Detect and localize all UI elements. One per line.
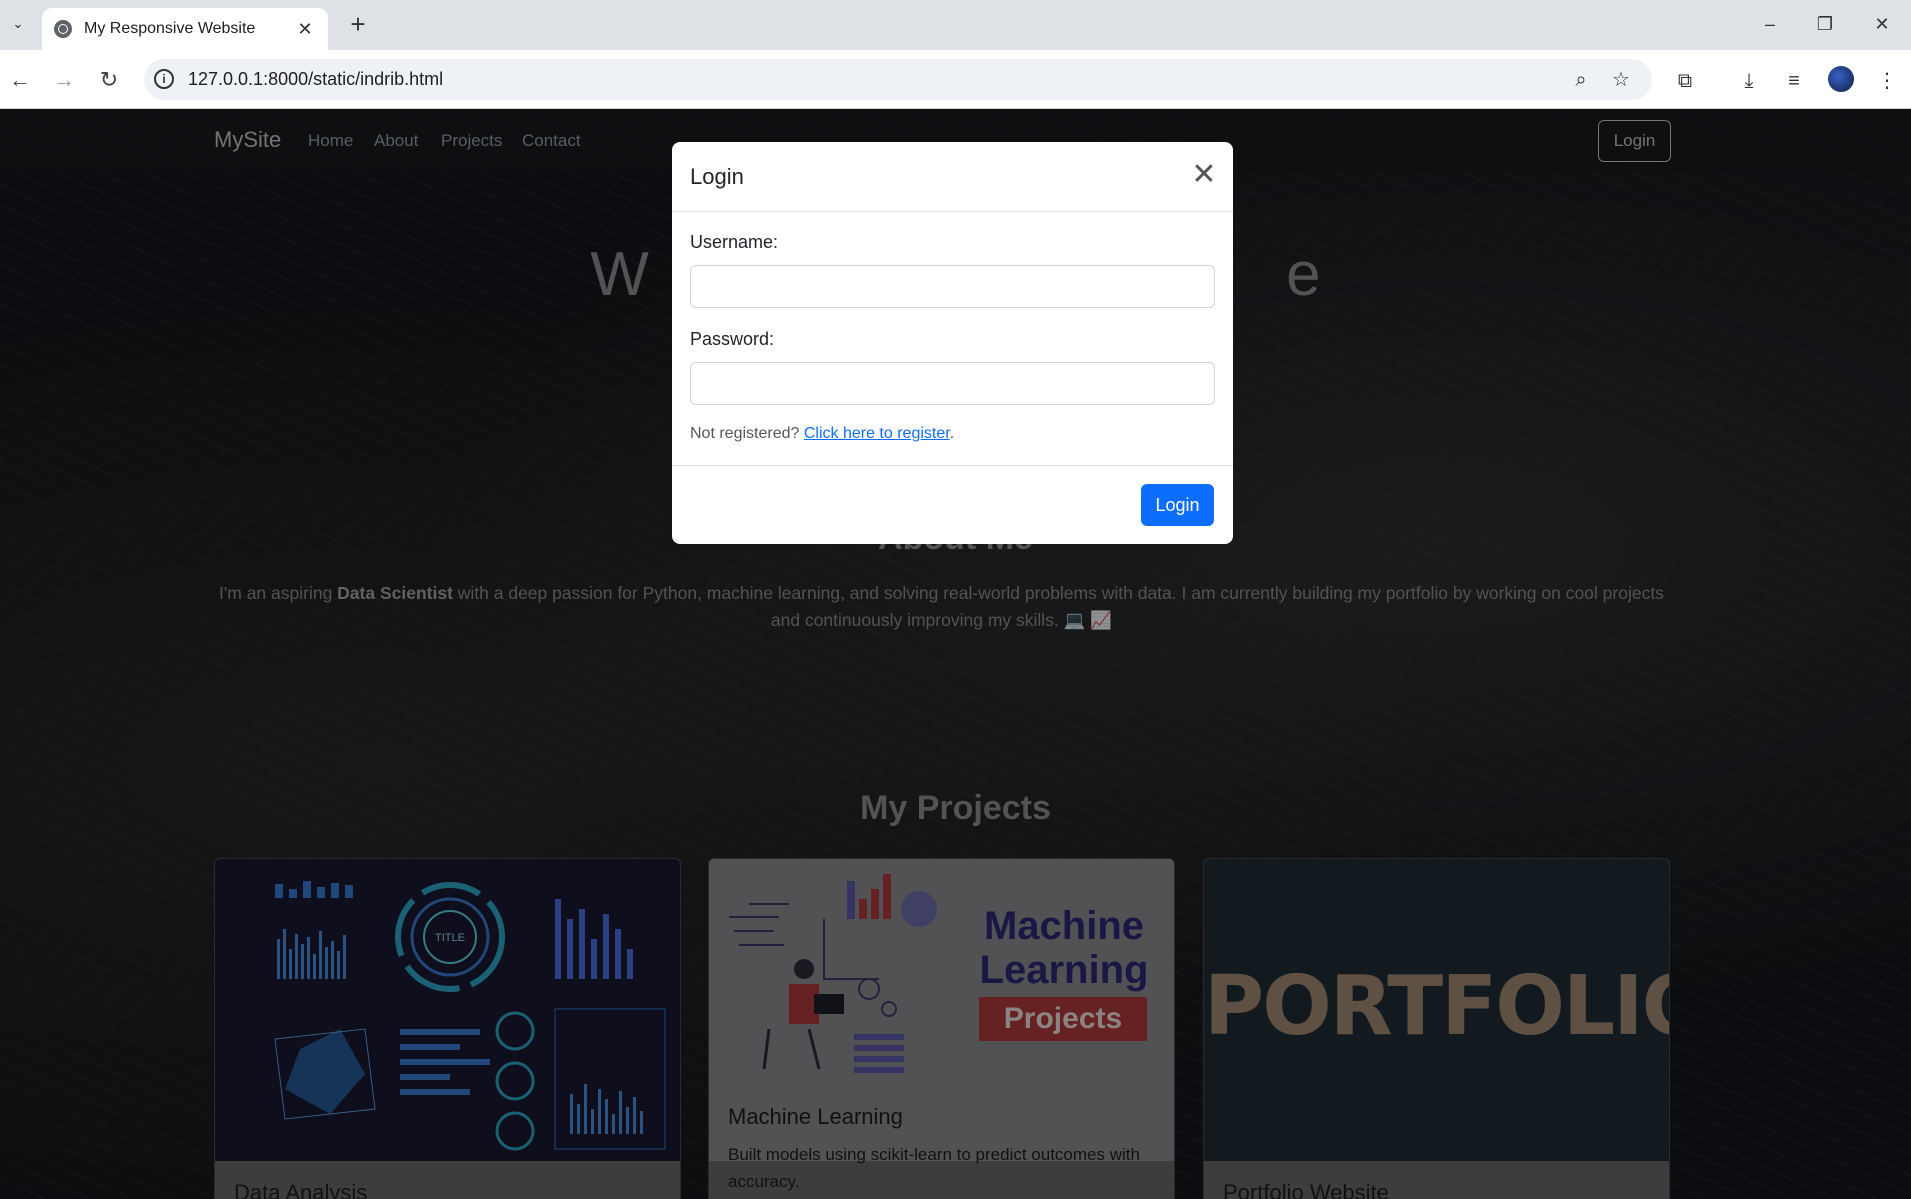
username-label: Username: xyxy=(690,232,779,252)
modal-login-button[interactable]: Login xyxy=(1141,484,1214,526)
restore-icon[interactable]: ❐ xyxy=(1805,10,1845,38)
address-bar[interactable]: i 127.0.0.1:8000/static/indrib.html ⌕ ☆ xyxy=(144,59,1652,100)
menu-kebab-icon[interactable]: ⋮ xyxy=(1872,66,1902,96)
minimize-icon[interactable]: – xyxy=(1750,10,1790,38)
browser-tab[interactable]: My Responsive Website ✕ xyxy=(42,8,328,50)
back-arrow-icon[interactable]: ← xyxy=(5,65,35,95)
browser-toolbar: ← → ↻ i 127.0.0.1:8000/static/indrib.htm… xyxy=(0,50,1911,109)
media-controls-icon[interactable]: ≡ xyxy=(1779,66,1809,96)
site-info-icon[interactable]: i xyxy=(154,69,174,89)
password-label: Password: xyxy=(690,329,775,349)
tab-title: My Responsive Website xyxy=(84,20,256,37)
modal-close-icon[interactable]: ✕ xyxy=(1188,160,1220,192)
modal-title: Login xyxy=(690,164,744,189)
bookmark-star-icon[interactable]: ☆ xyxy=(1608,67,1634,93)
register-prompt: Not registered? Click here to register. xyxy=(690,425,954,443)
new-tab-plus-icon[interactable]: + xyxy=(344,10,372,38)
forward-arrow-icon[interactable]: → xyxy=(49,65,79,95)
register-suffix: . xyxy=(949,425,955,442)
url-text[interactable]: 127.0.0.1:8000/static/indrib.html xyxy=(188,69,443,90)
register-prefix: Not registered? xyxy=(690,425,800,442)
zoom-icon[interactable]: ⌕ xyxy=(1568,67,1594,93)
modal-header: Login ✕ xyxy=(672,142,1233,212)
download-icon[interactable]: ⤓ xyxy=(1734,66,1764,96)
tab-close-icon[interactable]: ✕ xyxy=(294,19,316,40)
extensions-icon[interactable]: ⧉ xyxy=(1670,66,1700,96)
username-input[interactable] xyxy=(690,265,1215,308)
globe-icon xyxy=(54,20,72,38)
login-modal: Login ✕ Username: Password: Not register… xyxy=(672,142,1233,544)
browser-tab-bar: ⌄ My Responsive Website ✕ + – ❐ ✕ xyxy=(0,0,1911,50)
reload-icon[interactable]: ↻ xyxy=(94,65,124,95)
profile-avatar[interactable] xyxy=(1828,66,1854,92)
window-close-icon[interactable]: ✕ xyxy=(1862,10,1902,38)
tab-list-chevron-icon[interactable]: ⌄ xyxy=(6,12,30,36)
password-input[interactable] xyxy=(690,362,1215,405)
modal-footer-divider xyxy=(672,465,1233,466)
register-link[interactable]: Click here to register xyxy=(804,425,950,442)
